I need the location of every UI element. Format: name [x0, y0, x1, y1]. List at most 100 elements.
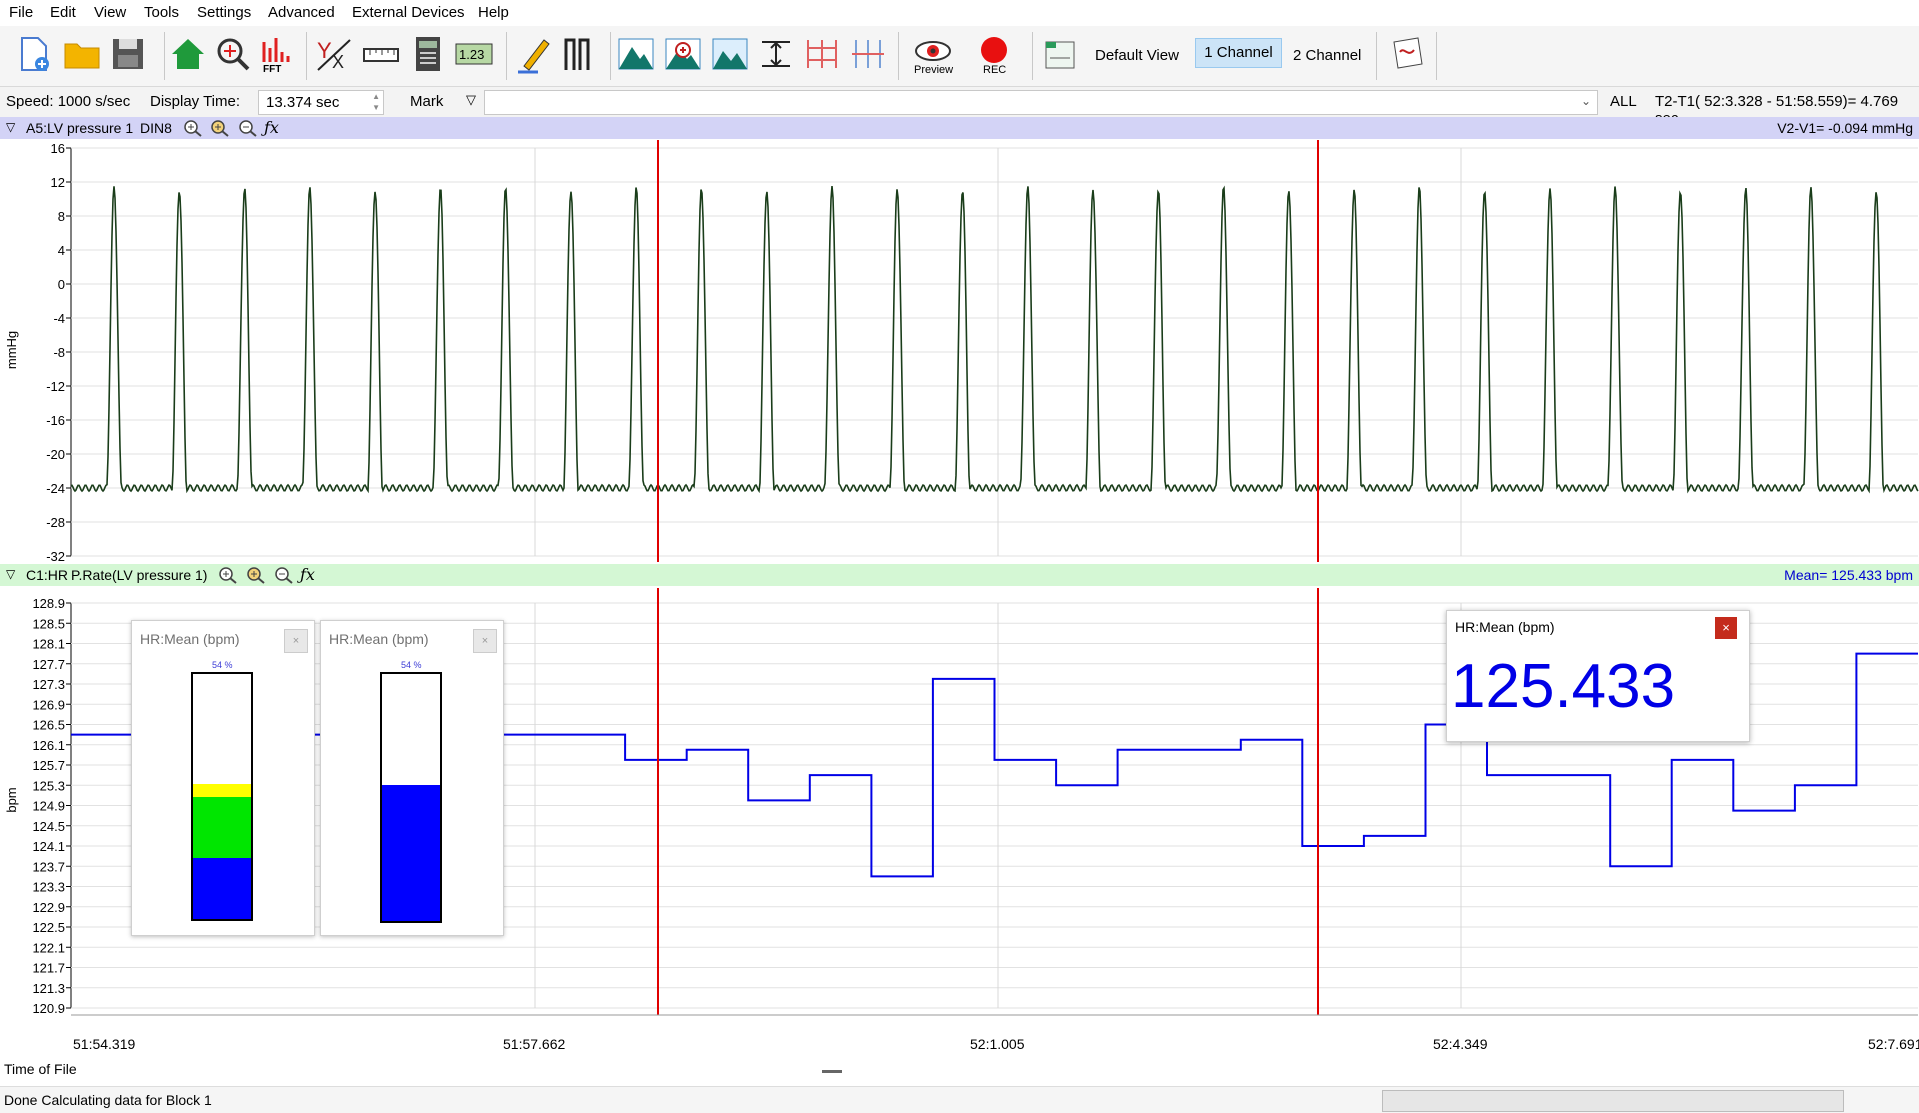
collapse-icon[interactable]: ▽	[6, 120, 15, 134]
y-tick-label: 124.1	[32, 839, 65, 854]
fft-icon[interactable]: FFT	[258, 34, 298, 74]
channel1-name[interactable]: A5:LV pressure 1	[26, 120, 133, 136]
y-tick-label: 127.7	[32, 657, 65, 672]
menu-external-devices[interactable]: External Devices	[352, 4, 465, 21]
ruler-icon[interactable]	[361, 34, 401, 74]
y-tick-label: 123.7	[32, 859, 65, 874]
zoom-in-view-icon[interactable]	[663, 34, 703, 74]
spinner-arrows-icon[interactable]: ▲ ▼	[372, 91, 380, 113]
collapse-icon[interactable]: ▽	[6, 567, 15, 581]
hr-mean-numeric-window[interactable]: HR:Mean (bpm) × 125.433	[1446, 610, 1750, 742]
close-icon[interactable]: ×	[284, 629, 308, 653]
channel1-readout: V2-V1= -0.094 mmHg	[1777, 120, 1913, 136]
meter-segment	[382, 785, 440, 921]
calculator-icon[interactable]	[408, 34, 448, 74]
preview-label[interactable]: Preview	[914, 64, 953, 76]
zoom-out-icon[interactable]	[238, 119, 258, 137]
record-icon[interactable]	[980, 36, 1008, 64]
zoom-out-icon[interactable]	[274, 566, 294, 584]
scale-icon[interactable]	[756, 34, 796, 74]
y-tick-label: 121.7	[32, 961, 65, 976]
zoom-icon[interactable]	[213, 34, 253, 74]
menu-view[interactable]: View	[94, 4, 126, 21]
y-tick-label: 127.3	[32, 677, 65, 692]
y-tick-label: 125.7	[32, 758, 65, 773]
meter-segment	[193, 784, 251, 797]
pencil-icon[interactable]	[514, 34, 554, 74]
menu-tools[interactable]: Tools	[144, 4, 179, 21]
home-icon[interactable]	[168, 34, 208, 74]
grid-icon[interactable]	[802, 34, 842, 74]
channel2-name[interactable]: C1:HR	[26, 567, 68, 583]
menu-settings[interactable]: Settings	[197, 4, 251, 21]
preview-icon[interactable]	[913, 38, 953, 64]
numeric-display-icon[interactable]: 1.23	[454, 34, 494, 74]
channel2-y-label: bpm	[4, 787, 19, 812]
zoom-in-icon[interactable]	[183, 119, 203, 137]
status-bar: Done Calculating data for Block 1	[0, 1086, 1919, 1113]
numeric-window-title: HR:Mean (bpm)	[1455, 619, 1555, 635]
function-icon[interactable]: ƒx	[300, 565, 315, 584]
y-tick-label: 126.1	[32, 738, 65, 753]
y-tick-label: 122.5	[32, 920, 65, 935]
save-icon[interactable]	[108, 34, 148, 74]
y-tick-label: 126.9	[32, 697, 65, 712]
y-tick-label: 4	[58, 243, 65, 258]
two-channel-button[interactable]: 2 Channel	[1293, 47, 1361, 64]
y-tick-label: 128.9	[32, 596, 65, 611]
menu-advanced[interactable]: Advanced	[268, 4, 335, 21]
channel1-y-ticks: 16 12 8 4 0 -4 -8 -12 -16 -20 -24 -28 -32	[46, 141, 71, 564]
landscape-icon[interactable]	[710, 34, 750, 74]
splitter-handle[interactable]	[822, 1070, 842, 1073]
open-folder-icon[interactable]	[62, 34, 102, 74]
mountain-icon[interactable]	[616, 34, 656, 74]
hr-mean-meter-1[interactable]: HR:Mean (bpm) × 54 %	[131, 620, 315, 936]
y-tick-label: -4	[53, 311, 65, 326]
new-file-icon[interactable]	[14, 34, 54, 74]
chevron-down-icon[interactable]: ⌄	[1581, 94, 1591, 108]
y-tick-label: 121.3	[32, 981, 65, 996]
y-tick-label: 124.9	[32, 799, 65, 814]
meter-bar	[380, 672, 442, 923]
mark-filter-icon[interactable]: ▽	[466, 92, 476, 108]
display-time-spinner[interactable]: 13.374 sec ▲ ▼	[258, 90, 384, 115]
function-icon[interactable]: ƒx	[264, 118, 279, 137]
menu-file[interactable]: File	[9, 4, 33, 21]
y-tick-label: 126.5	[32, 718, 65, 733]
hr-mean-meter-2[interactable]: HR:Mean (bpm) × 54 %	[320, 620, 504, 936]
time-axis-label: Time of File	[4, 1061, 77, 1077]
channel1-y-label: mmHg	[4, 331, 19, 369]
y-tick-label: 12	[51, 175, 65, 190]
display-time-value[interactable]: 13.374 sec	[266, 94, 339, 111]
menu-edit[interactable]: Edit	[50, 4, 76, 21]
zoom-fit-icon[interactable]	[210, 119, 230, 137]
xy-icon[interactable]: YX	[314, 34, 354, 74]
progress-bar	[1382, 1090, 1844, 1112]
y-tick-label: -8	[53, 345, 65, 360]
default-view-button[interactable]: Default View	[1095, 47, 1179, 64]
one-channel-button[interactable]: 1 Channel	[1195, 38, 1282, 68]
meter-title: HR:Mean (bpm)	[140, 631, 240, 647]
close-icon[interactable]: ×	[1715, 617, 1737, 639]
plot-canvas[interactable]: 16 12 8 4 0 -4 -8 -12 -16 -20 -24 -28 -32 128.9 128.5…	[0, 0, 1919, 1112]
close-icon[interactable]: ×	[473, 629, 497, 653]
zoom-fit-icon[interactable]	[246, 566, 266, 584]
channel-settings-icon[interactable]	[1040, 34, 1080, 74]
rec-label[interactable]: REC	[983, 64, 1006, 76]
menu-help[interactable]: Help	[478, 4, 509, 21]
zoom-in-icon[interactable]	[218, 566, 238, 584]
notebook-icon[interactable]	[1388, 34, 1428, 74]
all-button[interactable]: ALL	[1610, 93, 1637, 110]
cursor-grid-icon[interactable]	[848, 34, 888, 74]
menu-bar: File Edit View Tools Settings Advanced E…	[0, 0, 1919, 27]
channel1-tag: DIN8	[140, 120, 172, 136]
marker-icon[interactable]	[560, 34, 600, 74]
y-tick-label: -24	[46, 481, 65, 496]
channel1-grid	[70, 147, 1918, 557]
mark-dropdown[interactable]: ⌄	[484, 90, 1598, 115]
time-tick-label: 51:57.662	[503, 1036, 566, 1052]
toolbar: FFT YX 1.23 Preview REC Default View 1 C…	[0, 26, 1919, 87]
channel1-header: ▽ A5:LV pressure 1 DIN8 ƒx V2-V1= -0.094…	[0, 117, 1919, 139]
y-tick-label: 125.3	[32, 778, 65, 793]
numeric-value: 125.433	[1451, 652, 1676, 721]
